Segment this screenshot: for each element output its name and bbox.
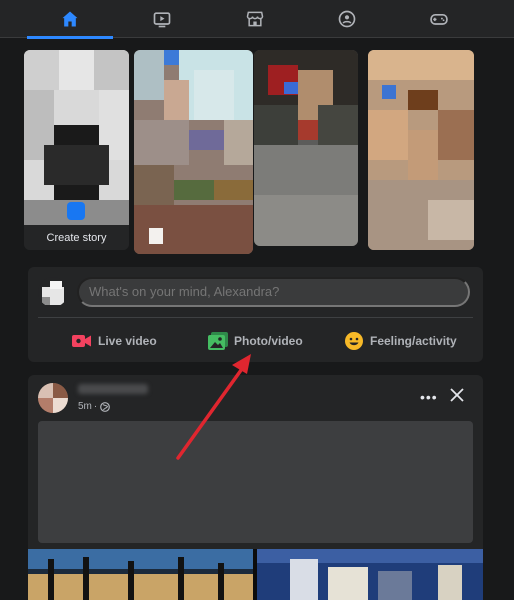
tab-watch[interactable]	[119, 0, 205, 38]
post-image[interactable]	[28, 549, 483, 600]
plus-icon	[67, 202, 85, 220]
photo-video-button[interactable]: Photo/video	[208, 327, 303, 355]
photo-video-label: Photo/video	[234, 334, 303, 348]
post-time[interactable]: 5m	[78, 401, 92, 412]
feeling-activity-label: Feeling/activity	[370, 334, 457, 348]
post-text-blurred	[38, 421, 473, 543]
live-video-icon	[72, 334, 92, 348]
story-card[interactable]	[134, 50, 253, 254]
tab-groups[interactable]	[304, 0, 390, 38]
marketplace-icon	[246, 11, 264, 27]
tab-home[interactable]	[27, 0, 113, 39]
watch-icon	[153, 12, 171, 28]
create-story-card[interactable]: Create story	[24, 50, 129, 250]
feeling-activity-button[interactable]: Feeling/activity	[344, 327, 457, 355]
post-avatar[interactable]	[38, 383, 68, 413]
story-card[interactable]	[368, 50, 474, 250]
feed-post: 5m · •••	[28, 375, 483, 600]
groups-icon	[338, 10, 356, 28]
home-icon	[62, 11, 78, 27]
post-author-name[interactable]	[78, 384, 148, 394]
more-dots-icon[interactable]: •••	[420, 389, 438, 405]
gaming-icon	[430, 14, 448, 25]
globe-icon	[100, 401, 111, 412]
post-composer: Live video Photo/video Feeling/activity	[28, 267, 483, 362]
avatar[interactable]	[38, 277, 68, 307]
tab-marketplace[interactable]	[212, 0, 298, 38]
live-video-button[interactable]: Live video	[72, 327, 157, 355]
create-story-label: Create story	[46, 232, 107, 244]
close-icon[interactable]	[448, 386, 466, 404]
post-meta: 5m ·	[78, 401, 111, 412]
top-navigation	[0, 0, 514, 39]
feeling-icon	[344, 331, 364, 351]
status-input[interactable]	[77, 277, 470, 307]
story-card[interactable]	[254, 50, 358, 246]
photo-video-icon	[208, 332, 228, 350]
tab-gaming[interactable]	[396, 0, 482, 38]
live-video-label: Live video	[98, 334, 157, 348]
divider	[38, 317, 473, 318]
